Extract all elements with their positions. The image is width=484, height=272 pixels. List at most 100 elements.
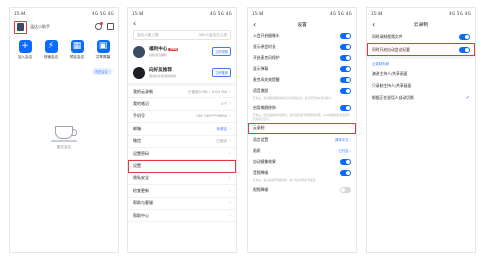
option-label: 演讲主持人/共享画面: [372, 71, 408, 76]
status-bar: 15:44 4G 5G 4G: [248, 8, 356, 18]
history-meetings-button[interactable]: 历史会议 ›: [91, 68, 113, 75]
layout-option[interactable]: 根据正在说话人自动切换 ✓: [367, 92, 475, 104]
row-right: ›: [227, 151, 231, 157]
chevron-right-icon: ›: [229, 125, 231, 132]
setting-value[interactable]: 已开启 ›: [338, 148, 351, 153]
settings-row[interactable]: 隐私安全 ›: [128, 173, 236, 186]
option-label: 只录制主持人/共享画面: [372, 83, 412, 88]
row-label: 我的云录制: [133, 88, 153, 94]
setting-label: 同时开启自动会议纪要: [372, 46, 410, 52]
setting-row: 音频降噪: [248, 167, 356, 178]
setting-label: 画质: [253, 147, 261, 153]
setting-label: 显示参会时长: [253, 43, 276, 49]
setting-toggle[interactable]: [340, 104, 351, 111]
setting-row: 启用美颜修饰: [248, 102, 356, 113]
card-subtitle: 领取会员福利: [149, 53, 168, 57]
setting-toggle[interactable]: [340, 65, 351, 72]
row-label: 设置: [133, 163, 141, 169]
setting-toggle[interactable]: [340, 76, 351, 83]
chevron-right-icon: ›: [229, 138, 231, 145]
row-right: +86 188****8888 ›: [195, 113, 231, 119]
chevron-right-icon: ›: [349, 125, 351, 132]
setting-toggle[interactable]: [340, 169, 351, 176]
setting-toggle[interactable]: [340, 87, 351, 94]
setting-label: 语言设置: [253, 136, 269, 142]
setting-label: 显示弹幕: [253, 65, 269, 71]
phone-settings-screen: 15:44 4G 5G 4G ‹ 设置 入会开启摄像头 显示参会时长 开启麦克风保护…: [248, 8, 356, 252]
cloud-recording-row[interactable]: 云录制 ›: [248, 123, 356, 135]
setting-row: 显示参会时长: [248, 41, 356, 52]
back-icon[interactable]: ‹: [128, 18, 236, 29]
row-right: ›: [227, 188, 231, 194]
row-label: 隐私安全: [133, 175, 149, 181]
row-value: 0个: [221, 102, 227, 107]
setting-row: 显示弹幕: [248, 63, 356, 74]
scan-icon[interactable]: [107, 23, 114, 30]
empty-text: 暂无会议: [56, 145, 72, 149]
status-time: 15:44: [132, 10, 144, 16]
row-label: 我的笔记: [133, 101, 149, 107]
settings-row[interactable]: 设置密码 ›: [128, 148, 236, 161]
setting-toggle[interactable]: [340, 43, 351, 50]
row-value: 已使用0 MB / 1024 MB: [187, 89, 227, 94]
action-calendar[interactable]: ▦ 预定会议: [65, 40, 89, 60]
layout-option[interactable]: 只录制主持人/共享画面: [367, 80, 475, 92]
setting-row: 语言设置 简体中文 ›: [248, 134, 356, 145]
status-signal: 4G 5G 4G: [210, 10, 232, 16]
action-screen-share[interactable]: ▣ 共享屏幕: [91, 40, 115, 60]
setting-value[interactable]: 简体中文 ›: [335, 137, 351, 142]
row-right: 0个 ›: [221, 101, 231, 107]
setting-row: 开启麦克风保护: [248, 52, 356, 63]
settings-row[interactable]: 手机号 +86 188****8888 ›: [128, 111, 236, 124]
row-label: 微信: [133, 138, 141, 144]
setting-toggle[interactable]: [340, 54, 351, 61]
settings-row[interactable]: 微信 已绑定 ›: [128, 136, 236, 148]
settings-row[interactable]: 帮助与客服 ›: [128, 198, 236, 210]
row-label: 帮助中心: [133, 212, 149, 218]
cloud-recording-header: ‹ 云录制: [367, 18, 475, 30]
video-noise-row: 视频降噪: [248, 185, 356, 196]
setting-row: 入会开启摄像头: [248, 30, 356, 41]
card-title: 向好友推荐: [149, 68, 172, 73]
settings-row[interactable]: 帮助中心 ›: [128, 210, 236, 223]
phone-home-screen: 15:44 4G 5G 4G 温达小助手 + 加入会议 ⚡ 快速会议 ▦ 预定会议 ▣ 共享屏…: [10, 8, 118, 252]
setting-row: 麦克风失效提醒: [248, 74, 356, 85]
page-title: 设置: [297, 22, 307, 28]
settings-entry-row[interactable]: 设置 ›: [128, 160, 236, 173]
settings-row[interactable]: 我的云录制 已使用0 MB / 1024 MB ›: [128, 86, 236, 99]
status-signal: 4G 5G 4G: [330, 10, 352, 16]
row-label: 设置密码: [133, 150, 149, 156]
chevron-right-icon: ›: [229, 150, 231, 157]
cloud-recording-label: 云录制: [253, 125, 265, 131]
setting-toggle[interactable]: [459, 33, 470, 40]
phone-profile-screen: 15:44 4G 5G 4G ‹ 会议人数上限 300人会议已上线 福利中心 N…: [128, 8, 236, 252]
settings-row[interactable]: 检查更新 ›: [128, 185, 236, 198]
avatar-button[interactable]: [14, 20, 27, 34]
card-button[interactable]: 立即推荐: [212, 68, 231, 77]
layout-option[interactable]: 演讲主持人/共享画面: [367, 68, 475, 80]
row-right: ›: [227, 175, 231, 181]
notification-icon[interactable]: [95, 22, 103, 30]
video-noise-toggle[interactable]: [340, 187, 351, 194]
status-time: 15:44: [14, 10, 26, 16]
promo-card[interactable]: 向好友推荐 邀请好友使用得奖励 立即推荐: [128, 62, 236, 83]
row-label: 帮助与客服: [133, 200, 153, 206]
action-plus[interactable]: + 加入会议: [13, 40, 37, 60]
action-label: 快速会议: [43, 55, 59, 59]
settings-row[interactable]: 邮箱 未绑定 ›: [128, 123, 236, 136]
status-bar: 15:44 4G 5G 4G: [367, 8, 475, 18]
settings-row[interactable]: 我的笔记 0个 ›: [128, 98, 236, 111]
card-logo-icon: [133, 45, 145, 58]
row-label: 检查更新: [133, 187, 149, 193]
setting-toggle[interactable]: [340, 32, 351, 39]
action-lightning[interactable]: ⚡ 快速会议: [39, 40, 63, 60]
card-button[interactable]: 立即领取: [212, 47, 231, 56]
promo-card[interactable]: 福利中心 NEW 领取会员福利 立即领取: [128, 41, 236, 62]
search-placeholder: 会议人数上限: [137, 32, 159, 37]
setting-toggle[interactable]: [459, 46, 470, 53]
search-bar[interactable]: 会议人数上限 300人会议已上线: [133, 30, 231, 40]
setting-label: 同时录制视频文件: [372, 33, 403, 39]
setting-toggle[interactable]: [340, 158, 351, 165]
chevron-right-icon: ›: [229, 163, 231, 170]
status-signal: 4G 5G 4G: [449, 10, 471, 16]
